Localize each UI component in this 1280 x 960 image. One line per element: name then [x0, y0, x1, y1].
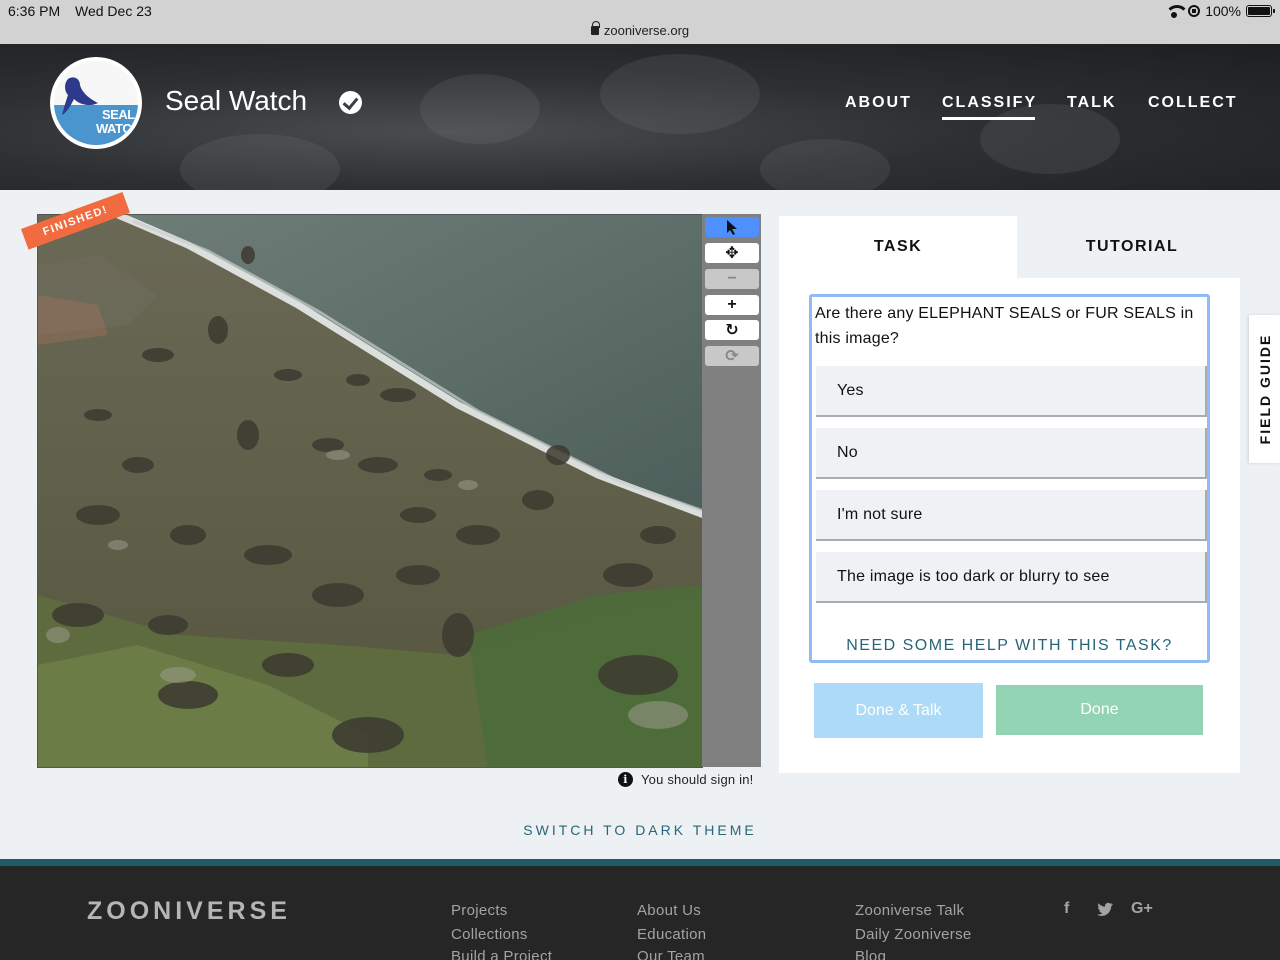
battery-icon	[1246, 5, 1275, 17]
zoom-in-button[interactable]: +	[705, 295, 759, 315]
task-panel: TASK TUTORIAL Are there any ELEPHANT SEA…	[779, 216, 1247, 773]
answer-too-dark[interactable]: The image is too dark or blurry to see	[816, 552, 1207, 603]
footer-link-daily[interactable]: Daily Zooniverse	[855, 926, 972, 943]
answer-no[interactable]: No	[816, 428, 1207, 479]
wifi-icon	[1165, 5, 1190, 18]
logo-text-watch: WATCH	[96, 121, 138, 136]
rotate-icon: ↻	[725, 322, 739, 339]
task-question: Are there any ELEPHANT SEALS or FUR SEAL…	[815, 305, 1194, 347]
done-and-talk-button[interactable]: Done & Talk	[814, 683, 983, 738]
ios-status-bar: 6:36 PM Wed Dec 23 zooniverse.org 100%	[0, 0, 1280, 44]
status-time: 6:36 PM	[8, 3, 61, 19]
footer-link-about-us[interactable]: About Us	[637, 902, 701, 919]
footer-link-talk[interactable]: Zooniverse Talk	[855, 902, 964, 919]
reset-icon: ⟳	[725, 348, 739, 365]
sign-in-text: You should sign in!	[641, 772, 754, 787]
pointer-tool-button[interactable]	[705, 217, 759, 237]
logo-text-seal: SEAL	[102, 107, 135, 122]
beach-photo	[38, 215, 702, 767]
done-button[interactable]: Done	[996, 685, 1203, 735]
status-right: 100%	[1165, 3, 1275, 19]
verified-badge-icon	[339, 91, 362, 114]
switch-dark-theme-link[interactable]: SWITCH TO DARK THEME	[0, 822, 1280, 838]
reset-button[interactable]: ⟳	[705, 346, 759, 366]
tab-tutorial[interactable]: TUTORIAL	[1017, 216, 1247, 278]
site-footer: ZOONIVERSE Projects Collections Build a …	[0, 866, 1280, 960]
rotation-lock-icon	[1188, 5, 1201, 17]
field-guide-tab[interactable]: FIELD GUIDE	[1249, 315, 1280, 463]
move-tool-button[interactable]: ✥	[705, 243, 759, 263]
project-header: SEAL WATCH Seal Watch ABOUT CLASSIFY TAL…	[0, 44, 1280, 190]
answer-not-sure[interactable]: I'm not sure	[816, 490, 1207, 541]
question-box: Are there any ELEPHANT SEALS or FUR SEAL…	[809, 294, 1210, 663]
info-icon: i	[618, 772, 633, 787]
project-title[interactable]: Seal Watch	[165, 85, 307, 117]
twitter-icon[interactable]	[1097, 902, 1113, 916]
subject-image[interactable]	[37, 214, 703, 768]
tab-task[interactable]: TASK	[779, 216, 1017, 278]
rotate-button[interactable]: ↻	[705, 320, 759, 340]
google-plus-icon[interactable]: G+	[1131, 900, 1153, 918]
footer-link-education[interactable]: Education	[637, 926, 706, 943]
pointer-icon	[727, 220, 737, 235]
field-guide-label: FIELD GUIDE	[1256, 333, 1273, 445]
footer-link-collections[interactable]: Collections	[451, 926, 528, 943]
address-bar[interactable]: zooniverse.org	[0, 21, 1280, 38]
nav-about[interactable]: ABOUT	[845, 94, 912, 112]
nav-classify[interactable]: CLASSIFY	[942, 94, 1037, 120]
image-toolbar: ✥ − + ↻ ⟳	[702, 214, 761, 767]
status-date: Wed Dec 23	[75, 3, 152, 19]
sign-in-notice: i You should sign in!	[618, 772, 753, 787]
nav-talk[interactable]: TALK	[1067, 94, 1116, 112]
zoom-in-icon: +	[727, 296, 737, 313]
seal-silhouette-icon	[62, 77, 98, 115]
battery-percent: 100%	[1205, 3, 1241, 19]
footer-divider	[0, 859, 1280, 866]
nav-collect[interactable]: COLLECT	[1148, 94, 1238, 112]
zoom-out-icon: −	[727, 270, 737, 287]
facebook-icon[interactable]: f	[1064, 900, 1069, 918]
footer-link-build-project[interactable]: Build a Project	[451, 948, 552, 960]
footer-link-our-team[interactable]: Our Team	[637, 948, 705, 960]
url-text: zooniverse.org	[603, 23, 690, 38]
task-help-link[interactable]: NEED SOME HELP WITH THIS TASK?	[812, 637, 1207, 655]
footer-link-projects[interactable]: Projects	[451, 902, 508, 919]
move-icon: ✥	[725, 245, 739, 262]
zoom-out-button[interactable]: −	[705, 269, 759, 289]
answer-yes[interactable]: Yes	[816, 366, 1207, 417]
seal-watch-logo[interactable]: SEAL WATCH	[50, 57, 142, 149]
footer-link-blog[interactable]: Blog	[855, 948, 886, 960]
zooniverse-logo[interactable]: ZOONIVERSE	[87, 897, 291, 926]
lock-icon	[590, 21, 600, 35]
